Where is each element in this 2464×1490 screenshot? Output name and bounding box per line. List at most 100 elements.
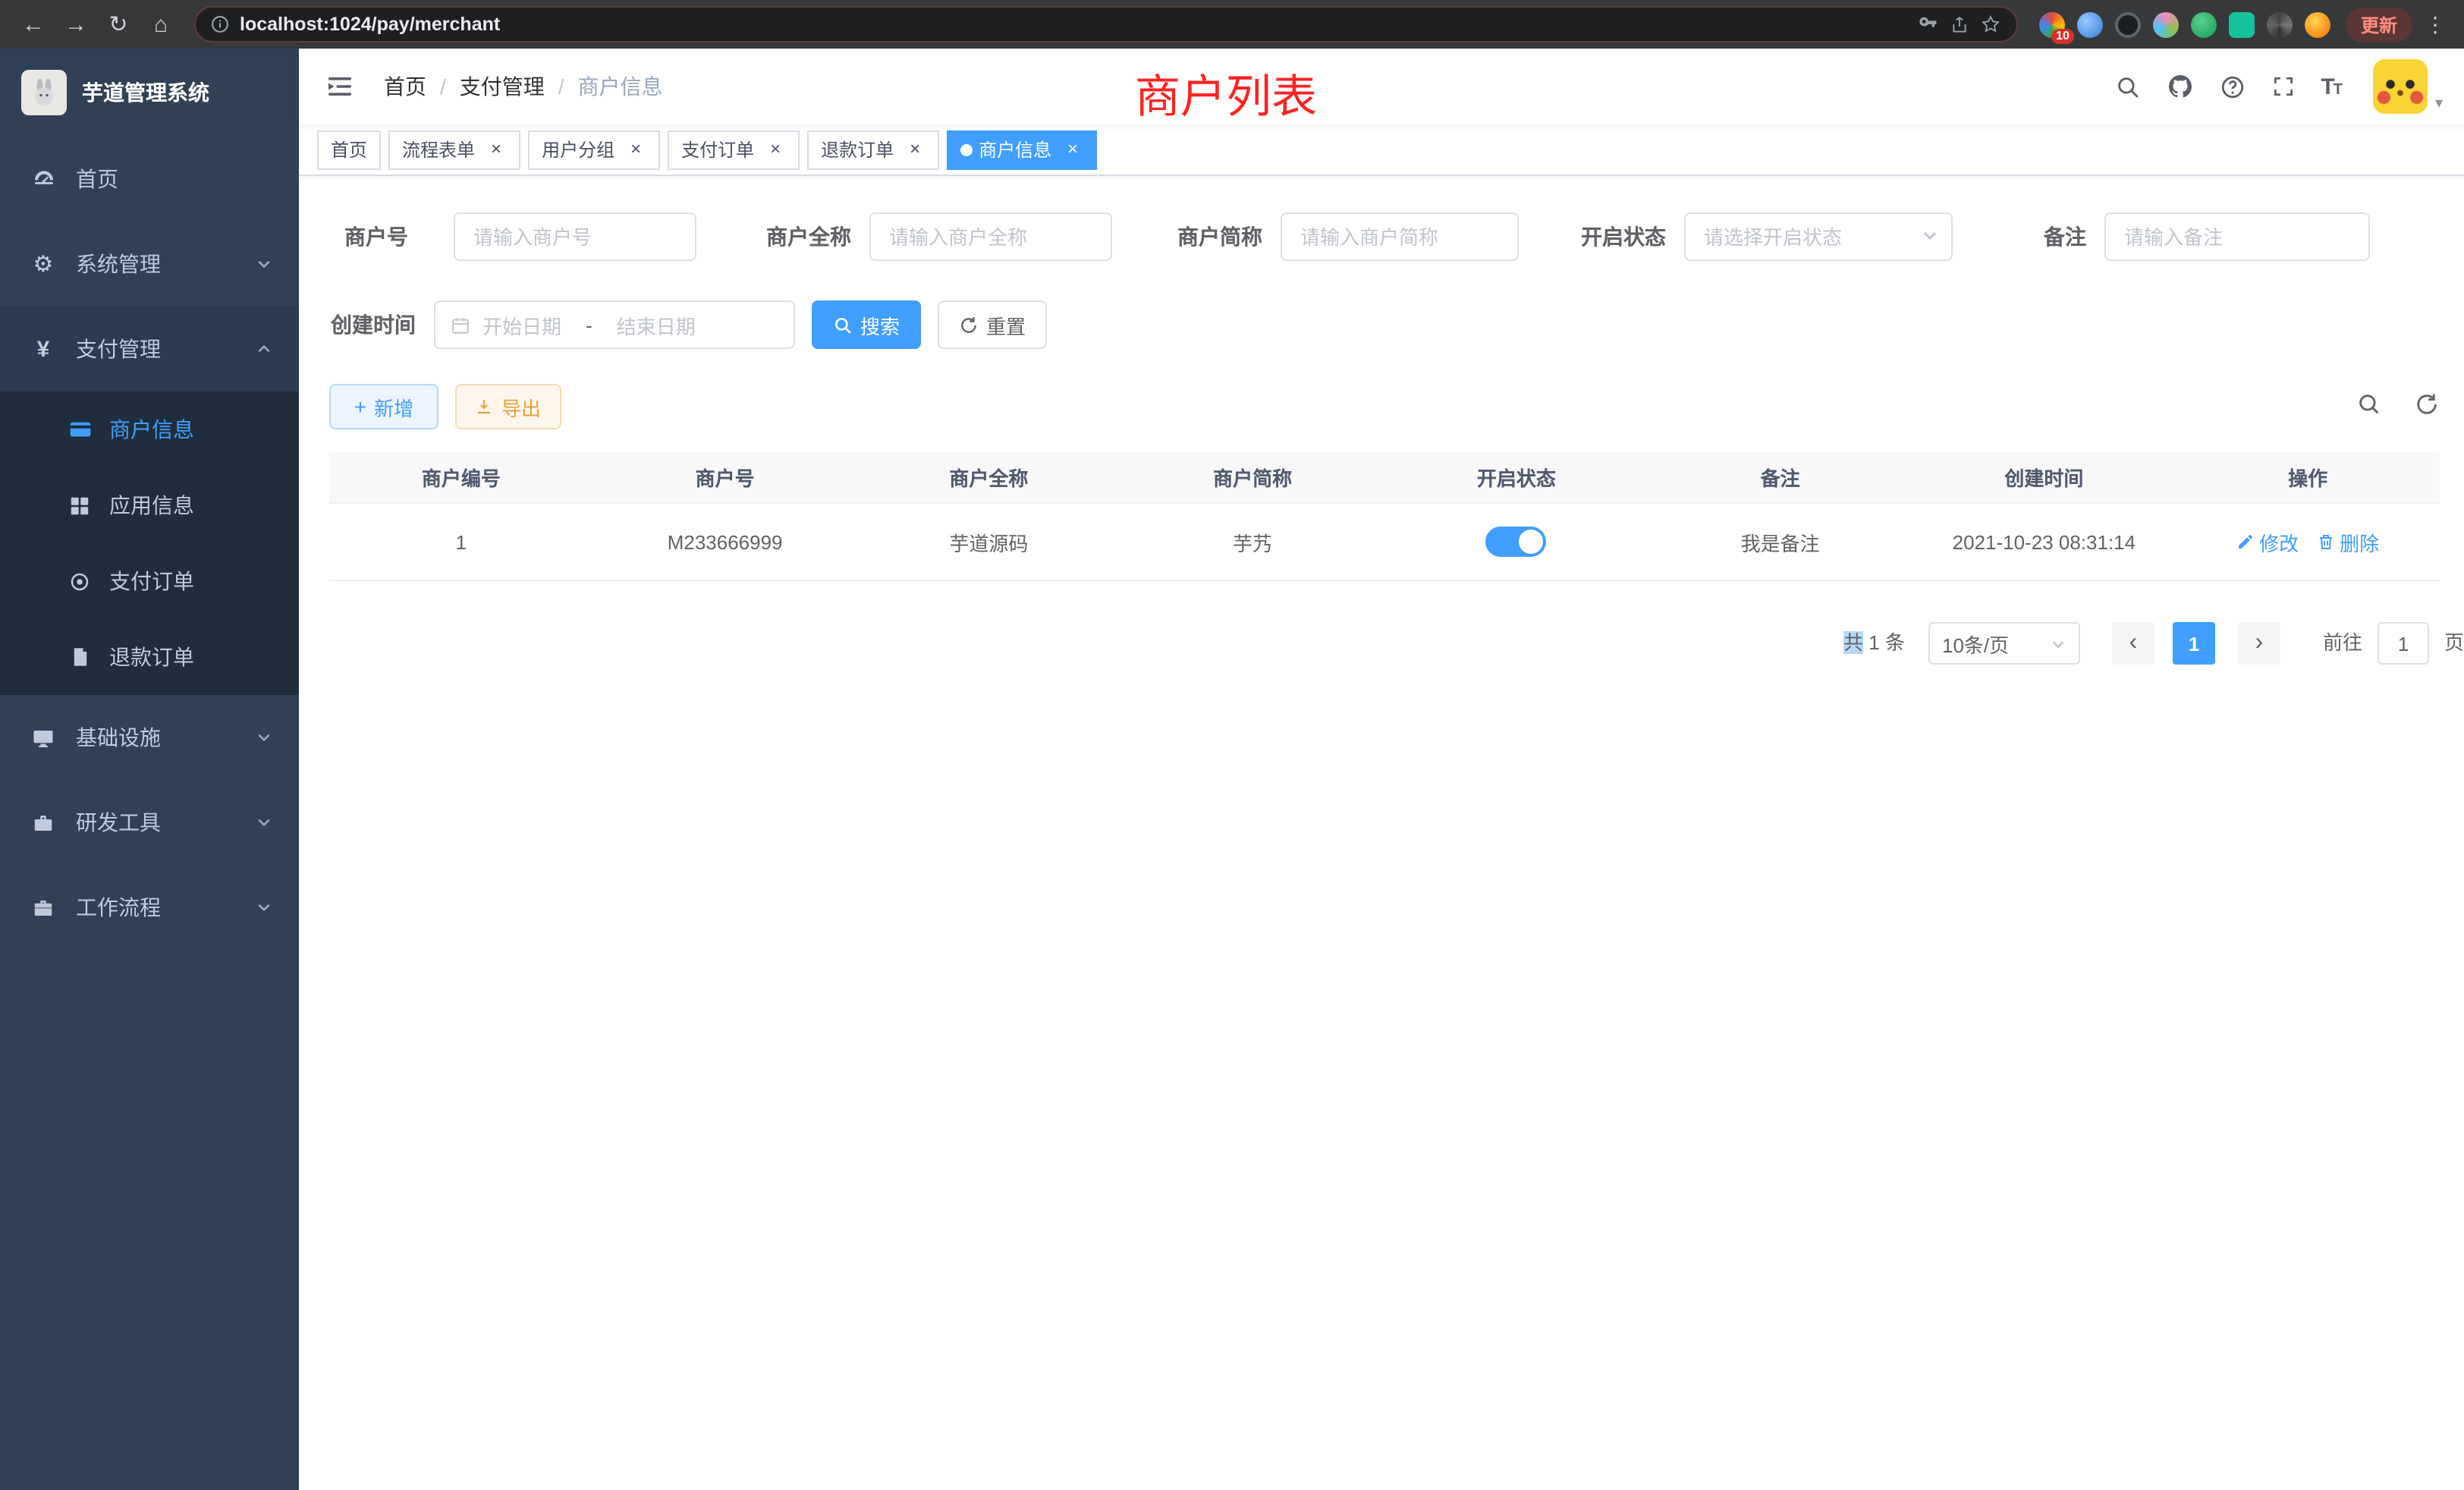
tab-merchant-info[interactable]: 商户信息 × [947, 130, 1097, 169]
user-avatar[interactable] [2373, 59, 2428, 114]
extension-icon-blue-drop[interactable] [2077, 11, 2103, 37]
search-icon[interactable] [2114, 74, 2140, 99]
user-menu[interactable]: ▾ [2373, 59, 2443, 114]
extension-icon-green-circle[interactable] [2191, 11, 2217, 37]
breadcrumb-separator: / [558, 74, 564, 99]
sidebar-item-pay-order[interactable]: 支付订单 [0, 543, 299, 619]
edit-link[interactable]: 修改 [2236, 527, 2299, 556]
back-icon[interactable]: ← [12, 5, 55, 44]
search-button-label: 搜索 [860, 310, 900, 339]
briefcase-icon [30, 896, 56, 919]
gear-icon: ⚙ [30, 250, 56, 278]
sidebar-item-dev-tools[interactable]: 研发工具 [0, 780, 299, 865]
tab-label: 流程表单 [402, 137, 475, 162]
extension-icon-multicolor[interactable] [2153, 11, 2179, 37]
extension-icon-dark-ring[interactable] [2115, 11, 2141, 37]
fullscreen-icon[interactable] [2271, 74, 2295, 99]
breadcrumb: 首页 / 支付管理 / 商户信息 [384, 71, 663, 102]
profile-avatar-icon[interactable] [2305, 11, 2330, 37]
delete-link[interactable]: 删除 [2317, 527, 2379, 556]
chevron-down-icon [256, 900, 272, 915]
current-page-button[interactable]: 1 [2173, 622, 2215, 665]
cell-full-name: 芋道源码 [857, 527, 1121, 556]
close-icon[interactable]: × [486, 139, 507, 160]
reset-button[interactable]: 重置 [938, 300, 1047, 349]
total-suffix: 条 [1885, 631, 1905, 654]
sidebar-item-label: 商户信息 [109, 414, 194, 445]
cell-merchant-no: M233666999 [593, 530, 857, 553]
sidebar-item-app-info[interactable]: 应用信息 [0, 467, 299, 543]
add-button[interactable]: + 新增 [329, 384, 438, 429]
close-icon[interactable]: × [625, 139, 646, 160]
col-header: 商户全称 [857, 463, 1121, 492]
active-tab-dot [960, 143, 973, 156]
bookmark-star-icon[interactable] [1980, 14, 2001, 35]
app-logo[interactable]: 芋道管理系统 [0, 49, 299, 137]
prev-page-button[interactable]: ‹ [2112, 622, 2154, 665]
tab-pay-order[interactable]: 支付订单 × [668, 130, 800, 169]
extension-icon-pinwheel[interactable] [2267, 11, 2293, 37]
sidebar-item-label: 支付管理 [76, 334, 161, 364]
sidebar-item-merchant-info[interactable]: 商户信息 [0, 391, 299, 467]
home-icon[interactable]: ⌂ [140, 5, 182, 44]
document-icon [67, 646, 93, 668]
status-select-input[interactable] [1684, 212, 1953, 261]
page-info-icon[interactable] [211, 15, 229, 33]
short-name-field [1281, 212, 1519, 261]
page-size-select[interactable]: 10条/页 [1928, 622, 2080, 665]
page-title-annotation: 商户列表 [1135, 59, 1317, 126]
tab-home[interactable]: 首页 [317, 130, 381, 169]
help-icon[interactable] [2219, 74, 2245, 99]
status-toggle[interactable] [1486, 527, 1547, 557]
export-button[interactable]: 导出 [455, 384, 561, 429]
font-size-icon[interactable]: TT [2321, 74, 2341, 99]
tab-refund-order[interactable]: 退款订单 × [807, 130, 939, 169]
forward-icon[interactable]: → [55, 5, 97, 44]
extension-icon-colorwheel[interactable]: 10 [2039, 11, 2065, 37]
refresh-icon[interactable] [2414, 391, 2440, 417]
browser-menu-icon[interactable]: ⋮ [2418, 11, 2452, 37]
sidebar-item-infrastructure[interactable]: 基础设施 [0, 695, 299, 780]
status-select[interactable] [1684, 212, 1953, 261]
sidebar-item-refund-order[interactable]: 退款订单 [0, 619, 299, 695]
close-icon[interactable]: × [904, 139, 926, 160]
breadcrumb-current: 商户信息 [578, 71, 663, 102]
delete-link-label: 删除 [2340, 527, 2379, 556]
short-name-input[interactable] [1281, 212, 1519, 261]
page-size-value: 10条/页 [1942, 629, 2009, 658]
remark-input[interactable] [2104, 212, 2370, 261]
full-name-input[interactable] [869, 212, 1112, 261]
sidebar-item-payment[interactable]: ¥ 支付管理 [0, 306, 299, 391]
goto-page-input[interactable] [2378, 622, 2429, 665]
bank-card-icon [67, 417, 93, 442]
tab-process-form[interactable]: 流程表单 × [388, 130, 520, 169]
search-button[interactable]: 搜索 [812, 300, 921, 349]
sidebar-item-system[interactable]: ⚙ 系统管理 [0, 222, 299, 306]
next-page-button[interactable]: › [2238, 622, 2280, 665]
breadcrumb-section[interactable]: 支付管理 [460, 71, 545, 102]
export-button-label: 导出 [501, 392, 541, 421]
password-key-icon[interactable] [1918, 14, 1939, 35]
share-icon[interactable] [1950, 14, 1969, 34]
chrome-update-button[interactable]: 更新 [2346, 7, 2412, 42]
toggle-search-icon[interactable] [2356, 391, 2382, 417]
breadcrumb-home[interactable]: 首页 [384, 71, 426, 102]
end-date-placeholder: 结束日期 [617, 310, 696, 339]
create-time-range-picker[interactable]: 开始日期 - 结束日期 [434, 300, 795, 349]
sidebar-item-workflow[interactable]: 工作流程 [0, 865, 299, 950]
github-icon[interactable] [2166, 73, 2193, 100]
tab-user-group[interactable]: 用户分组 × [528, 130, 660, 169]
chevron-down-icon [256, 730, 272, 745]
hamburger-icon[interactable] [311, 74, 369, 99]
target-icon [67, 570, 93, 593]
extension-icon-green-square[interactable] [2229, 11, 2255, 37]
close-icon[interactable]: × [765, 139, 786, 160]
sidebar-item-label: 首页 [76, 164, 118, 194]
address-bar[interactable]: localhost:1024/pay/merchant [194, 6, 2018, 42]
sidebar: 芋道管理系统 首页 ⚙ 系统管理 ¥ 支付管理 [0, 49, 299, 1490]
reload-icon[interactable]: ↻ [97, 5, 140, 44]
close-icon[interactable]: × [1062, 139, 1083, 160]
sidebar-item-home[interactable]: 首页 [0, 137, 299, 222]
remark-field [2104, 212, 2370, 261]
merchant-no-input[interactable] [454, 212, 696, 261]
